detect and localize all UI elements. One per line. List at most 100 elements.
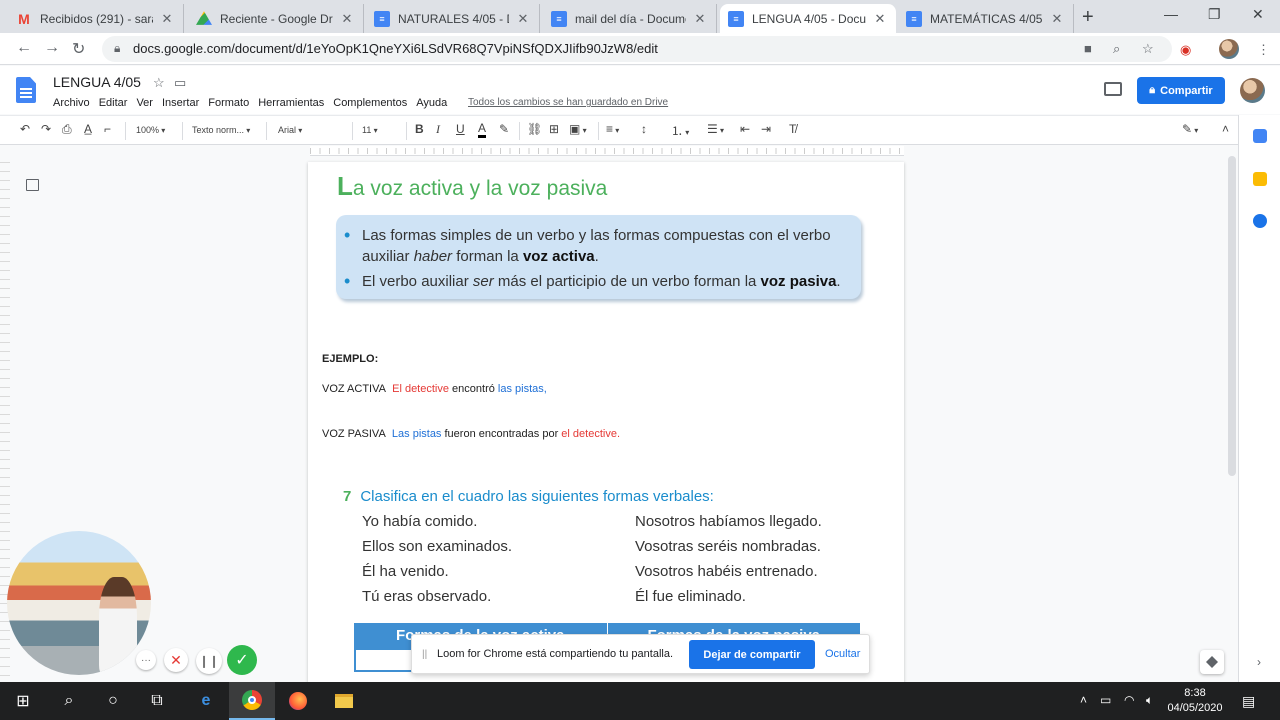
style-select[interactable]: Texto norm...: [192, 125, 250, 135]
undo-icon[interactable]: ↶: [20, 122, 30, 136]
explore-icon[interactable]: [1200, 650, 1224, 674]
zoom-select[interactable]: 100%: [136, 125, 165, 135]
add-comment-icon[interactable]: ⊞: [549, 122, 559, 136]
menu-formato[interactable]: Formato: [208, 97, 249, 109]
back-icon[interactable]: ←: [16, 39, 32, 57]
tab-lengua[interactable]: ≡ LENGUA 4/05 - Docume ✕: [720, 4, 896, 33]
docs-logo-icon[interactable]: [16, 77, 36, 103]
calendar-icon[interactable]: [1253, 129, 1267, 143]
search-icon[interactable]: ⌕: [46, 682, 92, 720]
loom-pause-icon[interactable]: ❙❙: [196, 648, 222, 674]
stop-sharing-button[interactable]: Dejar de compartir: [689, 640, 815, 669]
tab-mail-del-dia[interactable]: ≡ mail del día - Documen ✕: [543, 4, 717, 33]
loom-finish-icon[interactable]: ✓: [227, 645, 257, 675]
menu-icon[interactable]: ⋮: [1257, 42, 1270, 58]
bulleted-list-icon[interactable]: ☰: [707, 122, 724, 136]
menu-complementos[interactable]: Complementos: [333, 97, 407, 109]
menu-insertar[interactable]: Insertar: [162, 97, 199, 109]
task-view-icon[interactable]: ⧉: [134, 682, 180, 720]
account-avatar[interactable]: [1240, 78, 1265, 103]
browser-avatar[interactable]: [1219, 39, 1239, 59]
extension-icon[interactable]: ◉: [1180, 42, 1191, 58]
drag-handle-icon[interactable]: ||: [422, 649, 427, 660]
notifications-icon[interactable]: ▤: [1242, 693, 1255, 710]
move-folder-icon[interactable]: ▭: [174, 75, 186, 91]
window-close-icon[interactable]: ✕: [1252, 6, 1264, 23]
font-select[interactable]: Arial: [278, 125, 348, 135]
italic-icon[interactable]: I: [436, 122, 440, 137]
tab-naturales[interactable]: ≡ NATURALES 4/05 - Doc ✕: [366, 4, 540, 33]
document-title[interactable]: LENGUA 4/05: [53, 74, 141, 90]
menu-ver[interactable]: Ver: [136, 97, 153, 109]
numbered-list-icon[interactable]: ⒈: [671, 122, 689, 139]
zoom-icon[interactable]: ⌕: [1113, 41, 1120, 57]
hide-button[interactable]: Ocultar: [825, 648, 860, 660]
menu-archivo[interactable]: Archivo: [53, 97, 90, 109]
increase-indent-icon[interactable]: ⇥: [761, 122, 771, 136]
minimize-icon[interactable]: —: [1164, 6, 1178, 22]
tray-chevron-icon[interactable]: ˄: [1080, 693, 1087, 707]
bold-icon[interactable]: B: [415, 122, 424, 136]
collapse-icon[interactable]: ˄: [1222, 122, 1229, 136]
document-page[interactable]: La voz activa y la voz pasiva Las formas…: [308, 162, 904, 692]
star-icon[interactable]: ☆: [153, 75, 165, 91]
webcam-bubble[interactable]: [7, 531, 151, 675]
highlight-icon[interactable]: ✎: [499, 122, 509, 136]
close-icon[interactable]: ✕: [1049, 11, 1065, 27]
windows-start-icon[interactable]: ⊞: [0, 682, 46, 720]
line-spacing-icon[interactable]: ↕: [641, 122, 647, 136]
tab-matematicas[interactable]: ≡ MATEMÁTICAS 4/05 - D ✕: [898, 4, 1074, 33]
tab-gmail[interactable]: M Recibidos (291) - sarael ✕: [8, 4, 184, 33]
edge-icon[interactable]: e: [183, 682, 229, 720]
document-outline-icon[interactable]: [26, 179, 39, 191]
firefox-icon[interactable]: [275, 682, 321, 720]
restore-icon[interactable]: ❐: [1208, 6, 1221, 23]
print-icon[interactable]: ⎙: [62, 122, 72, 137]
spellcheck-icon[interactable]: A̲: [84, 122, 92, 136]
link-icon[interactable]: ⛓: [527, 122, 542, 136]
camera-icon[interactable]: ■: [1084, 41, 1092, 56]
clear-formatting-icon[interactable]: T̸: [789, 122, 796, 136]
vertical-scrollbar[interactable]: [1228, 156, 1236, 476]
tab-drive[interactable]: Reciente - Google Drive ✕: [188, 4, 364, 33]
close-icon[interactable]: ✕: [692, 11, 708, 27]
align-icon[interactable]: ≡: [606, 122, 619, 136]
panel-expand-icon[interactable]: ›: [1257, 655, 1261, 669]
volume-icon[interactable]: 🔈︎: [1146, 693, 1153, 708]
tab-title: MATEMÁTICAS 4/05 - D: [930, 11, 1043, 26]
text-color-icon[interactable]: A: [478, 122, 487, 138]
close-icon[interactable]: ✕: [872, 11, 888, 27]
battery-icon[interactable]: ▭: [1100, 693, 1111, 707]
font-size-select[interactable]: 11: [362, 125, 378, 135]
close-icon[interactable]: ✕: [159, 11, 175, 27]
save-status[interactable]: Todos los cambios se han guardado en Dri…: [468, 97, 668, 108]
address-bar[interactable]: 🔒︎ docs.google.com/document/d/1eYoOpK1Qn…: [102, 36, 1172, 62]
bookmark-star-icon[interactable]: ☆: [1142, 41, 1154, 57]
close-icon[interactable]: ✕: [339, 11, 355, 27]
decrease-indent-icon[interactable]: ⇤: [740, 122, 750, 136]
editing-mode-icon[interactable]: ✎: [1182, 122, 1198, 136]
new-tab-button[interactable]: +: [1082, 6, 1094, 29]
reload-icon[interactable]: ↻: [72, 39, 85, 59]
cortana-icon[interactable]: ○: [90, 682, 136, 720]
keep-icon[interactable]: [1253, 172, 1267, 186]
system-clock[interactable]: 8:38 04/05/2020: [1164, 686, 1226, 716]
chrome-icon[interactable]: [229, 682, 275, 720]
comments-icon[interactable]: [1104, 82, 1122, 96]
wifi-icon[interactable]: ◠: [1124, 693, 1134, 707]
underline-icon[interactable]: U: [456, 122, 465, 136]
close-icon[interactable]: ✕: [515, 11, 531, 27]
menu-editar[interactable]: Editar: [99, 97, 128, 109]
horizontal-ruler[interactable]: [310, 146, 904, 156]
redo-icon[interactable]: ↷: [41, 122, 51, 136]
loom-cancel-icon[interactable]: ✕: [164, 648, 188, 672]
menu-herramientas[interactable]: Herramientas: [258, 97, 324, 109]
paint-format-icon[interactable]: ⌐: [104, 122, 111, 136]
loom-more-icon[interactable]: ···: [136, 650, 156, 670]
insert-image-icon[interactable]: ▣: [569, 122, 587, 136]
file-explorer-icon[interactable]: [321, 682, 367, 720]
tasks-icon[interactable]: [1253, 214, 1267, 228]
menu-ayuda[interactable]: Ayuda: [416, 97, 447, 109]
share-button[interactable]: 🔒︎ Compartir: [1137, 77, 1225, 104]
forward-icon[interactable]: →: [44, 39, 60, 57]
